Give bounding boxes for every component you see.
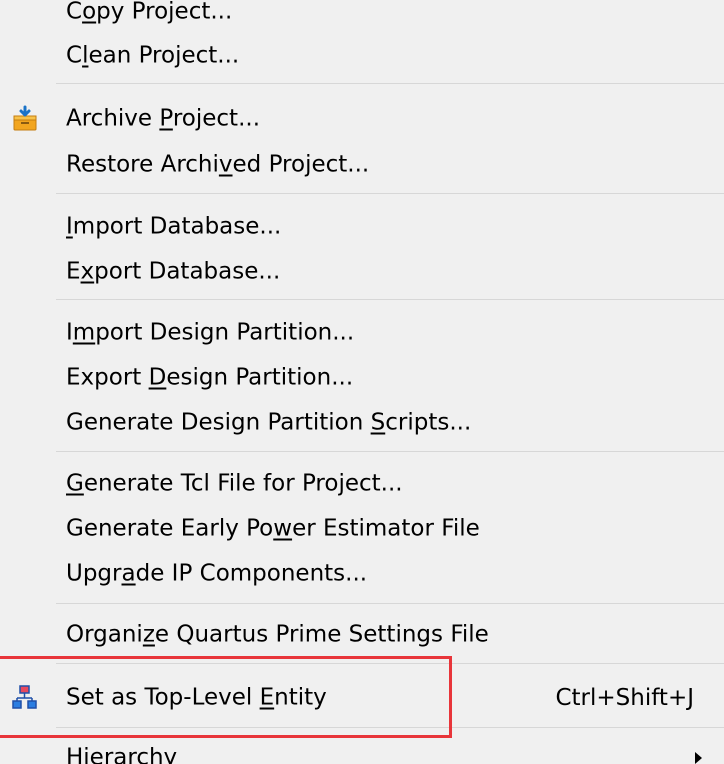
archive-box-icon bbox=[10, 104, 40, 134]
menu-item-organize-settings-file[interactable]: Organize Quartus Prime Settings File bbox=[0, 613, 724, 657]
menu-item-label: Import Design Partition... bbox=[66, 319, 355, 346]
menu-item-upgrade-ip-components[interactable]: Upgrade IP Components... bbox=[0, 552, 724, 596]
menu-item-archive-project[interactable]: Archive Project... bbox=[0, 97, 724, 141]
project-context-menu: Copy Project... Clean Project... Archive… bbox=[0, 0, 724, 764]
menu-separator bbox=[56, 193, 724, 194]
highlight-annotation-box bbox=[0, 656, 452, 738]
menu-item-label: Clean Project... bbox=[66, 42, 240, 69]
menu-item-clean-project[interactable]: Clean Project... bbox=[0, 34, 724, 78]
menu-item-import-database[interactable]: Import Database... bbox=[0, 205, 724, 249]
menu-item-export-database[interactable]: Export Database... bbox=[0, 250, 724, 294]
menu-item-generate-tcl-file[interactable]: Generate Tcl File for Project... bbox=[0, 462, 724, 506]
menu-item-label: Upgrade IP Components... bbox=[66, 560, 368, 587]
menu-item-export-design-partition[interactable]: Export Design Partition... bbox=[0, 356, 724, 400]
menu-item-label: Generate Tcl File for Project... bbox=[66, 470, 403, 497]
menu-separator bbox=[56, 603, 724, 604]
menu-item-generate-early-power-estimator-file[interactable]: Generate Early Power Estimator File bbox=[0, 507, 724, 551]
menu-item-label: Restore Archived Project... bbox=[66, 151, 370, 178]
menu-separator bbox=[56, 299, 724, 300]
menu-item-label: Export Database... bbox=[66, 258, 281, 285]
menu-item-label: Generate Design Partition Scripts... bbox=[66, 409, 472, 436]
menu-item-restore-archived-project[interactable]: Restore Archived Project... bbox=[0, 143, 724, 187]
menu-separator bbox=[56, 451, 724, 452]
menu-item-label: Archive Project... bbox=[66, 105, 261, 132]
menu-item-label: Export Design Partition... bbox=[66, 364, 354, 391]
menu-item-label: Organize Quartus Prime Settings File bbox=[66, 621, 489, 648]
menu-item-label: Generate Early Power Estimator File bbox=[66, 515, 480, 542]
menu-item-label: Copy Project... bbox=[66, 0, 233, 25]
menu-item-generate-design-partition-scripts[interactable]: Generate Design Partition Scripts... bbox=[0, 401, 724, 445]
menu-item-copy-project[interactable]: Copy Project... bbox=[0, 0, 724, 34]
menu-item-label: Hierarchy bbox=[66, 744, 178, 764]
menu-item-hierarchy[interactable]: Hierarchy bbox=[0, 736, 724, 764]
menu-separator bbox=[56, 83, 724, 84]
menu-item-shortcut: Ctrl+Shift+J bbox=[555, 685, 694, 711]
menu-item-label: Import Database... bbox=[66, 213, 282, 240]
menu-item-import-design-partition[interactable]: Import Design Partition... bbox=[0, 311, 724, 355]
submenu-arrow-icon bbox=[695, 752, 702, 764]
